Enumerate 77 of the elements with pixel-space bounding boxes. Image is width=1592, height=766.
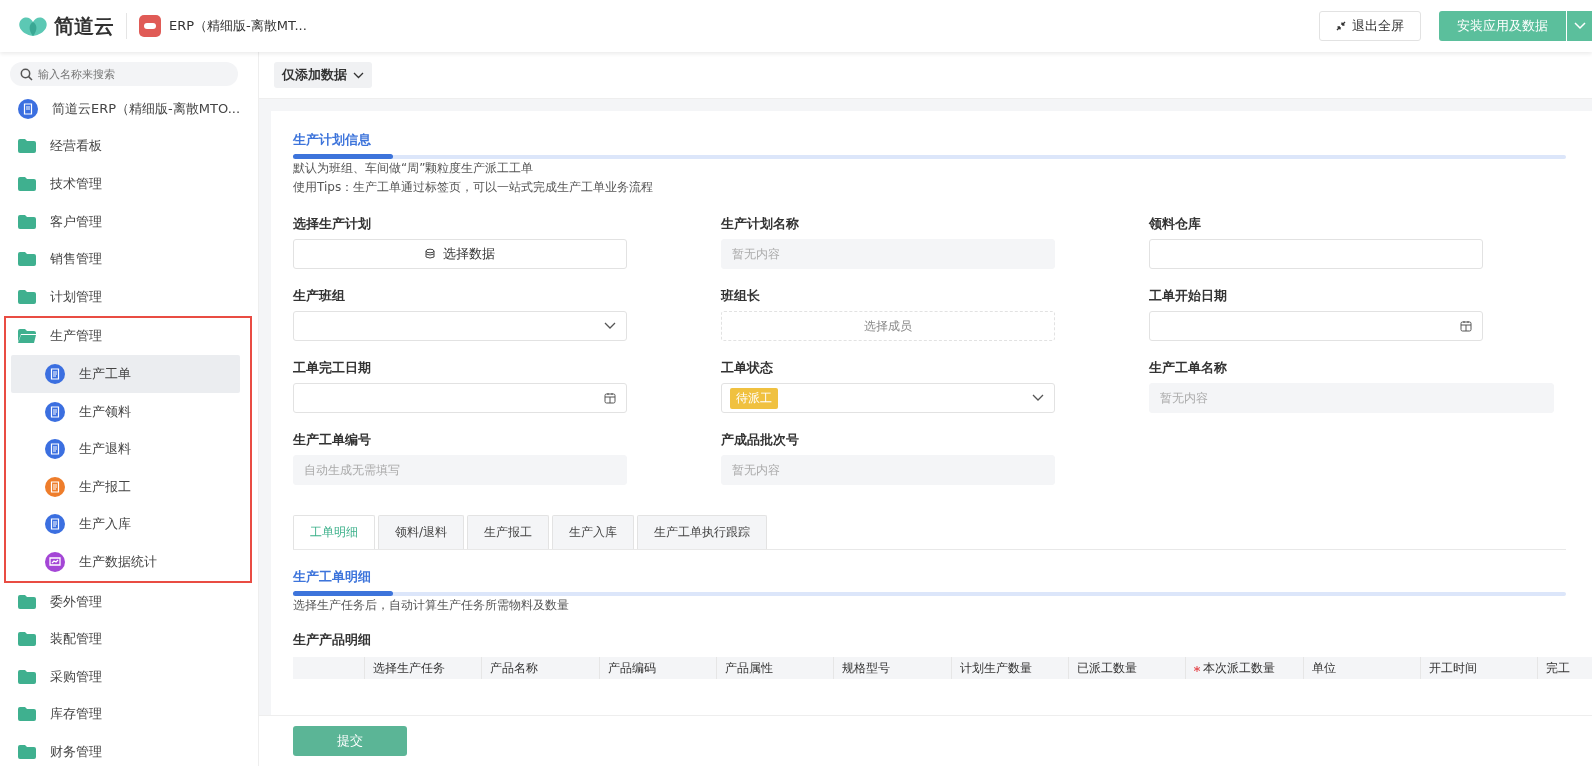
field-label: 工单完工日期 [293,359,372,377]
folder-icon [18,329,36,344]
database-icon [425,248,437,260]
install-dropdown-button[interactable] [1566,11,1592,41]
field-label: 工单状态 [721,359,774,377]
readonly-field: 暂无内容 [721,239,1055,269]
table-header-cell: 已派工数量 [1068,657,1187,679]
table-header-cell: 产品名称 [482,657,600,679]
app-icon [139,15,161,37]
readonly-field: 暂无内容 [1149,383,1554,413]
field-label: 生产计划名称 [721,215,800,233]
sidebar-item[interactable]: 技术管理 [0,165,242,203]
section-note: 使用Tips：生产工单通过标签页，可以一站式完成生产工单业务流程 [293,179,655,196]
sidebar-item[interactable]: 委外管理 [0,582,242,621]
tab[interactable]: 生产入库 [552,515,635,549]
field-label: 班组长 [721,287,761,305]
table-header-cell-text: 完工 [1545,659,1572,677]
collapse-icon [1336,21,1346,31]
sidebar-item[interactable]: 生产入库 [11,505,240,544]
readonly-field: 暂无内容 [721,455,1055,485]
section-title: 生产工单明细 [293,568,372,586]
exit-fullscreen-button[interactable]: 退出全屏 [1319,11,1421,41]
field-label: 生产班组 [293,287,346,305]
app-title: ERP（精细版-离散MT... [169,17,307,35]
chevron-icon [1573,22,1586,30]
sidebar-item[interactable]: 生产报工 [11,467,240,506]
sidebar-folder[interactable]: 生产管理 [6,317,234,356]
chevron-icon [604,322,616,330]
calendar-icon [1460,320,1472,332]
sidebar-item[interactable]: 装配管理 [0,620,242,658]
table-header-cell: 选择生产任务 [364,657,483,679]
sidebar-item[interactable]: 生产数据统计 [11,543,240,581]
member-picker[interactable]: 选择成员 [721,311,1055,341]
sidebar-item[interactable]: 财务管理 [0,733,242,766]
table-title: 生产产品明细 [293,631,372,649]
sidebar-item[interactable]: 客户管理 [0,202,242,241]
mode-dropdown[interactable]: 仅添加数据 [274,62,372,88]
table-header-cell: 单位 [1303,657,1421,679]
chevron-icon [353,71,364,79]
calendar-icon [604,392,616,404]
section-note: 默认为班组、车间做“周”颗粒度生产派工工单 [293,160,535,177]
sidebar-item[interactable]: 采购管理 [0,657,242,696]
select-field[interactable] [293,311,627,341]
sidebar-item[interactable]: 生产退料 [11,430,240,468]
table-header-cell: 产品编码 [599,657,717,679]
section-title: 生产计划信息 [293,131,372,149]
sidebar-item[interactable]: 生产领料 [11,392,240,431]
sidebar-item[interactable]: 经营看板 [0,127,242,166]
table-header-cell: 开工时间 [1420,657,1539,679]
sidebar-item[interactable]: 简道云ERP（精细版-离散MTO... [0,90,242,128]
tab[interactable]: 生产报工 [467,515,550,549]
table-header-cell: 产品属性 [716,657,835,679]
tab[interactable]: 领料/退料 [378,515,465,549]
field-label: 生产工单编号 [293,431,372,449]
table-header-cell: 规格型号 [834,657,952,679]
sidebar-item[interactable]: 库存管理 [0,695,242,734]
sidebar-item[interactable]: 计划管理 [0,277,242,316]
field-label: 领料仓库 [1149,215,1202,233]
table-header-cell: 计划生产数量 [951,657,1069,679]
sidebar-item[interactable]: 生产工单 [11,355,240,393]
tab[interactable]: 生产工单执行跟踪 [637,515,768,549]
section-note: 选择生产任务后，自动计算生产任务所需物料及数量 [293,597,570,614]
date-field[interactable] [1149,311,1483,341]
field-label: 生产工单名称 [1149,359,1228,377]
select-data-button[interactable]: 选择数据 [293,239,627,269]
sidebar-item[interactable]: 销售管理 [0,240,242,278]
status-tag: 待派工 [730,387,778,409]
field-label: 产成品批次号 [721,431,800,449]
input-field[interactable] [1149,239,1483,269]
table-header-cell: 本次派工数量 [1186,657,1304,679]
field-label: 选择生产计划 [293,215,372,233]
chevron-icon [1032,394,1044,402]
readonly-field: 自动生成无需填写 [293,455,627,485]
brand-name: 简道云 [54,12,114,40]
field-label: 工单开始日期 [1149,287,1228,305]
date-field[interactable] [293,383,627,413]
search-field[interactable]: 输入名称来搜索 [10,62,238,86]
